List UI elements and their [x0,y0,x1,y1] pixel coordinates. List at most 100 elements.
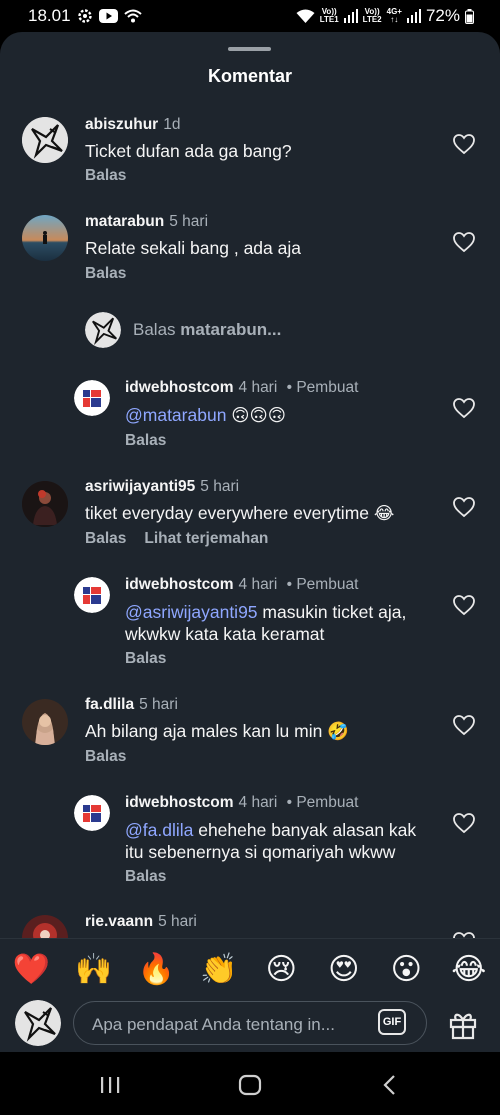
network-type: 4G+ ↑↓ [386,7,402,24]
comment-header: abiszuhur 1d [85,116,180,134]
comment-header: matarabun 5 hari [85,213,208,231]
comment-composer: Apa pendapat Anda tentang in... GIF [0,998,500,1052]
comment-actions: Balas [85,748,126,766]
username[interactable]: idwebhostcom [125,794,234,811]
comments-sheet: Komentar abiszuhur 1d Ticket dufan ada ga… [0,32,500,1052]
emoji-clapping[interactable]: 👏 [197,952,241,987]
username[interactable]: matarabun [85,213,164,230]
comment-text: Ticket dufan ada ga bang? [85,141,292,161]
timestamp: 5 hari [169,213,209,230]
heart-icon[interactable] [452,496,476,518]
emoji-surprised[interactable]: 😮 [384,952,428,987]
youtube-icon [98,9,118,23]
sim2-label: Vo)) LTE2 [362,7,382,24]
avatar[interactable] [22,481,68,527]
heart-icon[interactable] [452,714,476,736]
heart-icon[interactable] [452,231,476,253]
reply-actions: Balas [125,868,166,886]
emoji-crying[interactable]: 😢 [259,952,303,987]
wifi-calling-icon [123,9,142,23]
battery-icon [465,8,474,24]
reply-button[interactable]: Balas [85,748,126,765]
emoji-raising-hands[interactable]: 🙌 [72,952,116,987]
sim1-label: Vo)) LTE1 [319,7,339,24]
home-icon[interactable] [235,1070,265,1100]
reply-text: @fa.dlila ehehehe banyak alasan kak itu … [125,820,417,862]
clock: 18.01 [28,6,71,25]
timestamp: 4 hari [238,794,278,811]
comment-text: tiket everyday everywhere everytime 😂 [85,503,395,523]
timestamp: 5 hari [200,478,240,495]
username[interactable]: fa.dlila [85,696,134,713]
comment-input-placeholder: Apa pendapat Anda tentang in... [92,1015,335,1034]
signal-icon [343,9,358,23]
comment-header: fa.dlila 5 hari [85,696,178,714]
heart-icon[interactable] [452,133,476,155]
back-icon[interactable] [375,1070,405,1100]
timestamp: 4 hari [238,576,278,593]
reply-button[interactable]: Balas [85,167,126,184]
author-badge: • Pembuat [286,794,359,811]
own-avatar [15,1000,61,1046]
comment-actions: Balas [85,167,126,185]
comment-header: asriwijayanti95 5 hari [85,478,239,496]
username[interactable]: idwebhostcom [125,576,234,593]
avatar[interactable] [74,577,110,613]
system-navigation-bar [0,1052,500,1115]
username[interactable]: idwebhostcom [125,379,234,396]
reply-header: idwebhostcom 4 hari • Pembuat [125,794,358,812]
wifi-icon [296,9,315,23]
avatar[interactable] [22,215,68,261]
reply-header: idwebhostcom 4 hari • Pembuat [125,379,358,397]
reply-text: @matarabun 🙃🙃🙃 [125,405,287,425]
reply-actions: Balas [125,650,166,668]
avatar[interactable] [22,117,68,163]
timestamp: 1d [163,116,181,133]
reply-prompt-text: Balas matarabun... [133,320,282,339]
emoji-heart-eyes[interactable]: 😍 [322,952,366,987]
status-bar: 18.01 Vo)) LTE1 Vo)) LTE2 4G+ ↑↓ 72% [0,0,500,32]
gear-icon [77,9,92,23]
own-avatar [85,312,121,348]
comment-header: rie.vaann 5 hari [85,913,197,931]
reply-button[interactable]: Balas [125,868,166,885]
username[interactable]: abiszuhur [85,116,158,133]
reply-prompt[interactable]: Balas matarabun... [85,312,281,348]
signal-icon [406,9,421,23]
gif-button[interactable]: GIF [378,1009,406,1035]
avatar[interactable] [74,795,110,831]
avatar[interactable] [74,380,110,416]
translate-button[interactable]: Lihat terjemahan [144,530,268,547]
author-badge: • Pembuat [286,576,359,593]
comment-text: Ah bilang aja males kan lu min 🤣 [85,721,350,741]
reply-actions: Balas [125,432,166,450]
username[interactable]: asriwijayanti95 [85,478,195,495]
heart-icon[interactable] [452,812,476,834]
reply-header: idwebhostcom 4 hari • Pembuat [125,576,358,594]
username[interactable]: rie.vaann [85,913,153,930]
comment-input[interactable]: Apa pendapat Anda tentang in... GIF [73,1001,427,1045]
sheet-title: Komentar [207,66,292,86]
gift-icon[interactable] [447,1008,479,1040]
comment-actions: Balas Lihat terjemahan [85,530,268,548]
reply-button[interactable]: Balas [85,265,126,282]
comment-actions: Balas [85,265,126,283]
drag-handle[interactable] [228,47,271,51]
emoji-laughing[interactable]: 😂 [447,952,491,987]
mention-link[interactable]: @matarabun [125,405,226,425]
reply-button[interactable]: Balas [125,432,166,449]
emoji-red-heart[interactable]: ❤️ [9,952,53,987]
emoji-fire[interactable]: 🔥 [134,952,178,987]
mention-link[interactable]: @asriwijayanti95 [125,602,258,622]
heart-icon[interactable] [452,397,476,419]
mention-link[interactable]: @fa.dlila [125,820,193,840]
avatar[interactable] [22,699,68,745]
timestamp: 5 hari [158,913,197,930]
emoji-quick-bar: ❤️ 🙌 🔥 👏 😢 😍 😮 😂 [0,938,500,999]
reply-button[interactable]: Balas [125,650,166,667]
reply-text: @asriwijayanti95 masukin ticket aja, wkw… [125,602,407,644]
reply-button[interactable]: Balas [85,530,126,547]
heart-icon[interactable] [452,594,476,616]
recent-apps-icon[interactable] [95,1070,125,1100]
comment-text: Relate sekali bang , ada aja [85,238,301,258]
